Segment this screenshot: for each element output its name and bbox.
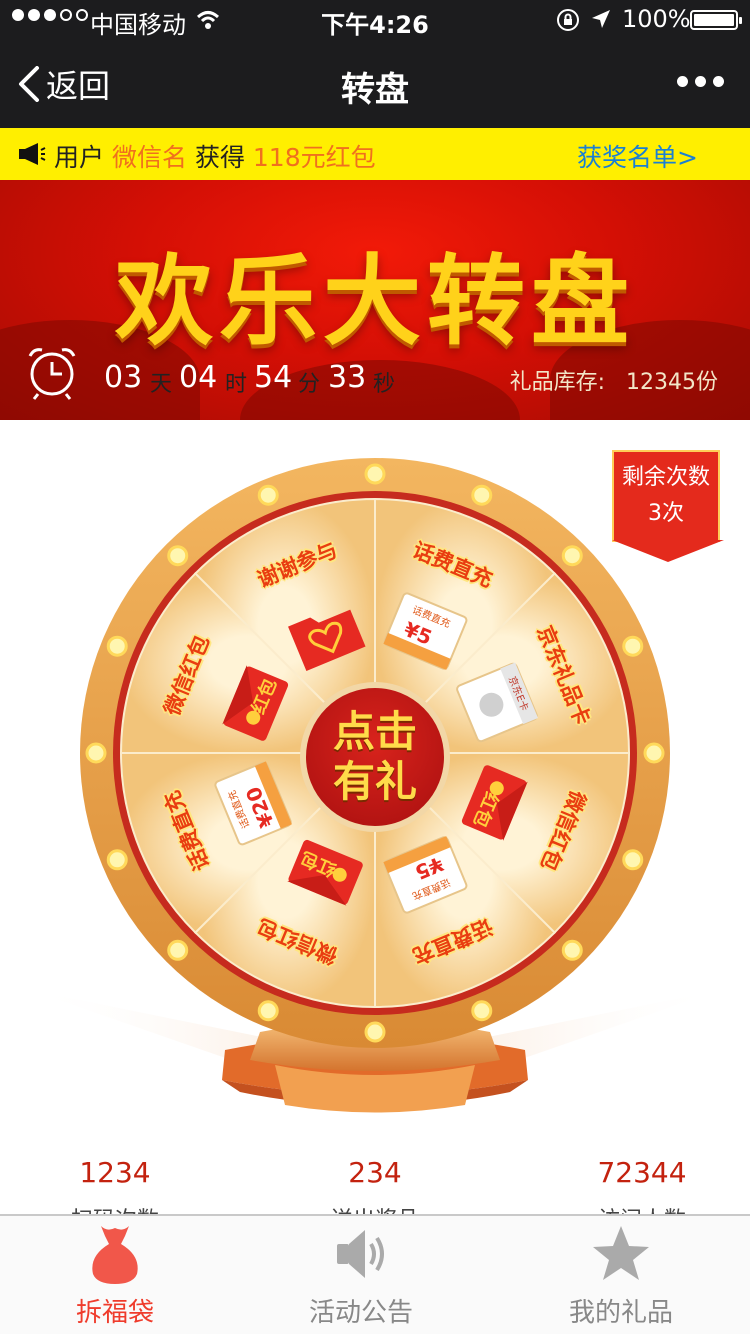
countdown-timer: 03 天 04 时 54 分 33 秒 礼品库存: 12345份 <box>0 348 750 412</box>
tab-lucky-bag[interactable]: 拆福袋 <box>0 1216 240 1334</box>
nav-bar: 返回 转盘 <box>0 40 750 128</box>
rim-bulb <box>167 545 189 567</box>
prize-wheel-area: 话费直充 ¥5 京东E卡 红包 话费直充 ¥5 红包 话费直充 ¥20 红包 剩余次数 3次 点击… <box>0 420 750 1140</box>
gift-stock: 礼品库存: 12345份 <box>510 364 718 396</box>
remaining-spins-count: 3次 <box>648 501 684 526</box>
countdown-minutes-unit: 分 <box>298 372 321 397</box>
location-arrow-icon <box>590 8 612 36</box>
countdown-days-unit: 天 <box>150 372 173 397</box>
tab-my-gifts-label: 我的礼品 <box>568 1298 673 1328</box>
rotation-lock-icon <box>556 8 580 38</box>
remaining-spins-label: 剩余次数 <box>621 465 710 490</box>
gift-stock-label: 礼品库存: <box>509 370 606 395</box>
notice-prize: 118元红包 <box>252 143 376 172</box>
rim-bulb <box>364 1021 386 1043</box>
hero-banner: 欢乐大转盘 03 天 04 时 54 分 33 秒 礼品库存: 12345份 <box>0 180 750 420</box>
stat-visitors-value: 72344 <box>597 1156 687 1189</box>
winners-list-link[interactable]: 获奖名单> <box>577 138 698 174</box>
rim-bulb <box>85 742 107 764</box>
rim-bulb <box>106 635 128 657</box>
rim-bulb <box>622 635 644 657</box>
countdown-minutes: 54 <box>254 360 293 395</box>
spin-button-line2: 有礼 <box>332 757 417 806</box>
tab-announcement-label: 活动公告 <box>308 1298 413 1328</box>
countdown-seconds: 33 <box>328 360 367 395</box>
stat-scans-value: 1234 <box>79 1156 151 1189</box>
battery-icon <box>690 10 742 30</box>
spin-button[interactable]: 点击 有礼 <box>300 682 450 832</box>
alarm-clock-icon <box>24 344 80 406</box>
notice-verb: 获得 <box>194 143 245 172</box>
tab-announcement[interactable]: 活动公告 <box>236 1216 486 1334</box>
status-bar: 中国移动 下午4:26 100% <box>0 0 750 40</box>
rim-bulb <box>364 463 386 485</box>
stats-row: 1234 扫码次数 234 送出奖品 72344 访问人数 <box>0 1150 750 1233</box>
countdown-days: 03 <box>104 360 143 395</box>
star-icon <box>593 1226 649 1280</box>
notice-user: 微信名 <box>111 143 187 172</box>
rim-bulb <box>561 939 583 961</box>
gift-stock-value: 12345份 <box>626 370 718 395</box>
more-menu-button[interactable] <box>677 76 724 87</box>
countdown-hours-unit: 时 <box>225 372 248 397</box>
remaining-spins-badge: 剩余次数 3次 <box>612 450 724 562</box>
lucky-bag-icon <box>92 1226 138 1284</box>
banner-headline: 欢乐大转盘 <box>114 245 635 359</box>
rim-bulb <box>167 939 189 961</box>
rim-bulb <box>643 742 665 764</box>
bottom-tab-bar: 拆福袋 活动公告 我的礼品 <box>0 1214 750 1334</box>
winner-notice-bar: 用户 微信名 获得 118元红包 获奖名单> <box>0 128 750 180</box>
countdown-seconds-unit: 秒 <box>373 372 396 397</box>
tab-lucky-bag-label: 拆福袋 <box>75 1298 154 1328</box>
spin-button-line1: 点击 <box>332 707 417 756</box>
notice-prefix: 用户 <box>54 143 105 172</box>
megaphone-icon <box>18 142 46 172</box>
stat-prizes-value: 234 <box>348 1156 402 1189</box>
rim-bulb <box>471 484 493 506</box>
countdown-hours: 04 <box>179 360 218 395</box>
notice-text: 用户 微信名 获得 118元红包 <box>54 138 376 174</box>
battery-percent: 100% <box>622 5 691 33</box>
rim-bulb <box>257 1000 279 1022</box>
rim-bulb <box>471 1000 493 1022</box>
rim-bulb <box>106 849 128 871</box>
rim-bulb <box>257 484 279 506</box>
rim-bulb <box>561 545 583 567</box>
speaker-icon <box>337 1230 384 1278</box>
tab-my-gifts[interactable]: 我的礼品 <box>496 1216 746 1334</box>
rim-bulb <box>622 849 644 871</box>
page-title: 转盘 <box>341 70 409 110</box>
